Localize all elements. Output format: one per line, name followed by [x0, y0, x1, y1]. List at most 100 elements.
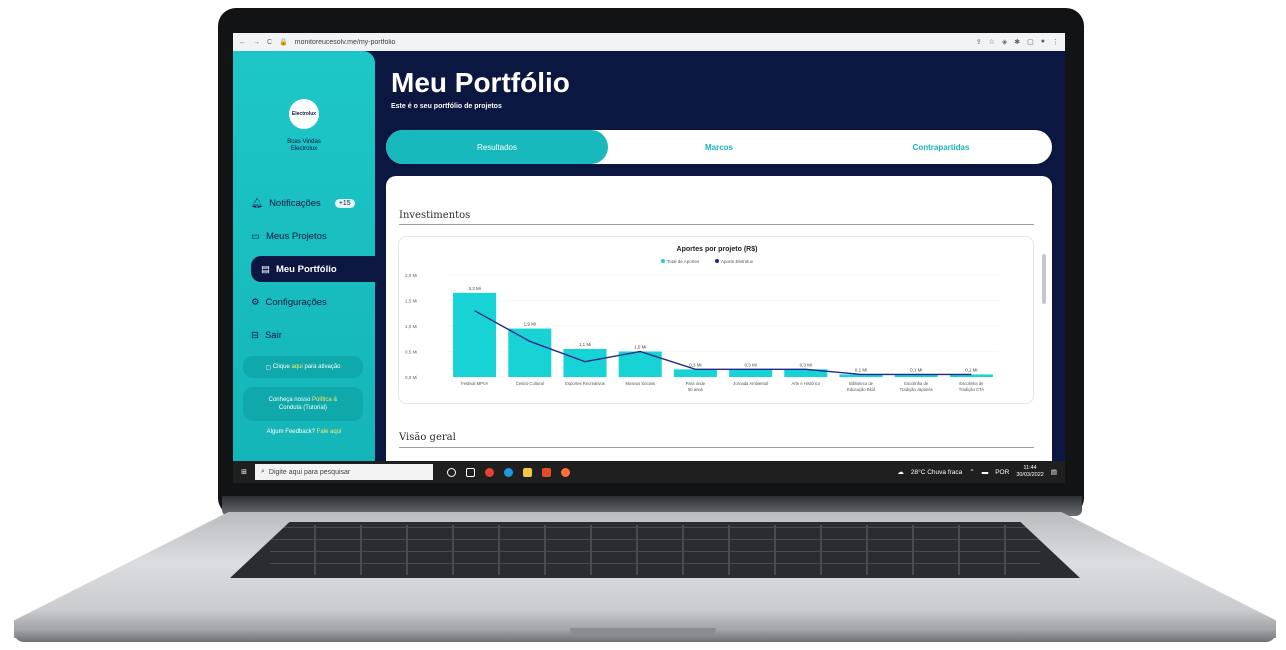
category-label: Escolinha de [904, 381, 929, 386]
legend-swatch-total [661, 259, 665, 263]
sidebar-item-meus-projetos[interactable]: ▭ Meus Projetos [251, 223, 327, 249]
section-title-investimentos: Investimentos [399, 210, 471, 221]
portfolio-icon: ▤ [261, 263, 270, 275]
feedback-link[interactable]: Fale aqui [317, 429, 342, 435]
tutorial-link[interactable]: Conduta (Tutorial) [279, 404, 327, 412]
reload-icon[interactable]: C [267, 39, 272, 46]
chart-title: Aportes por projeto (R$) [677, 246, 758, 253]
electrolux-logo: Electrolux [289, 99, 319, 129]
language-indicator[interactable]: POR [995, 469, 1009, 476]
page-title: Meu Portfólio [391, 67, 570, 98]
search-icon: ⌕ [261, 468, 265, 475]
legend-label-total: Total de Aportes [667, 259, 700, 264]
tab-resultados[interactable]: Resultados [386, 130, 608, 164]
data-label: 0,3 Mi [689, 362, 701, 367]
share-icon[interactable]: ⇪ [976, 38, 982, 46]
category-label: Esportes Recreativos [565, 381, 605, 386]
firefox-icon[interactable] [561, 467, 570, 477]
bar [618, 351, 662, 377]
chrome-icon[interactable] [485, 467, 494, 477]
lock-icon: 🔒 [279, 39, 288, 46]
tab-marcos[interactable]: Marcos [608, 130, 830, 164]
menu-icon[interactable]: ⋮ [1052, 38, 1059, 46]
section-title-visao-geral: Visão geral [399, 432, 456, 443]
edge-icon[interactable] [504, 467, 513, 477]
windows-start-icon[interactable]: ⊞ [233, 468, 255, 476]
bar [453, 292, 497, 377]
tab-contrapartidas[interactable]: Contrapartidas [830, 130, 1052, 164]
data-label: 1,0 Mi [634, 345, 646, 350]
info-icon: ▢ [265, 364, 273, 371]
data-label: 0,3 Mi [800, 362, 812, 367]
extension-icon[interactable]: ◈ [1002, 38, 1007, 46]
category-label: Jornada Ambiental [733, 381, 768, 386]
logo-text: Electrolux [291, 111, 317, 117]
category-label: Centro Cultural [516, 381, 544, 386]
notification-badge: +15 [334, 198, 355, 208]
activation-card[interactable]: ▢ Clique aqui para ativação [243, 356, 363, 378]
taskbar-search[interactable]: ⌕ Digite aqui para pesquisar [255, 464, 433, 480]
puzzle-icon[interactable]: ✱ [1014, 38, 1020, 46]
activation-link[interactable]: aqui [291, 364, 302, 370]
exit-icon: ⊟ [251, 329, 259, 341]
cortana-icon[interactable] [447, 467, 456, 477]
data-label: 3,3 Mi [468, 286, 480, 291]
category-label: Para onde [686, 381, 706, 386]
office-icon[interactable] [542, 467, 551, 477]
category-label: Biblioteca de [849, 381, 874, 386]
star-icon[interactable]: ☆ [989, 38, 995, 46]
data-label: 1,9 Mi [524, 322, 536, 327]
category-label: Museus Sociais [626, 381, 655, 386]
network-icon[interactable]: ▬ [982, 469, 989, 476]
laptop-notch [570, 628, 716, 636]
back-icon[interactable]: ← [239, 39, 246, 46]
clock[interactable]: 11:44 30/03/2022 [1016, 465, 1044, 479]
gear-icon: ⚙ [251, 296, 260, 308]
legend-swatch-electrolux [715, 259, 719, 263]
weather-text[interactable]: 28°C Chuva fraca [911, 469, 962, 476]
bar [673, 369, 717, 377]
category-label: Tradição CTA [959, 387, 985, 392]
section-divider [399, 224, 1034, 225]
address-bar[interactable]: monitoreucesolv.me/my-portfolio [295, 39, 969, 46]
sidebar-item-meu-portfolio[interactable]: ▤ Meu Portfólio [251, 256, 375, 282]
sidebar-item-notificacoes[interactable]: 🔔︎ Notificações +15 [251, 190, 355, 216]
category-label: Arte e Histórico [791, 381, 820, 386]
feedback-text: Algum Feedback? Fale aqui [266, 429, 342, 435]
section-divider [399, 447, 1034, 448]
chevron-up-icon[interactable]: ⌃ [969, 468, 974, 476]
weather-icon: ☁ [897, 469, 904, 476]
page-subtitle: Este é o seu portfólio de projetos [391, 103, 502, 110]
screen: ← → C 🔒 monitoreucesolv.me/my-portfolio … [233, 33, 1065, 483]
window-icon[interactable]: ▢ [1027, 38, 1034, 46]
bar [508, 328, 552, 377]
forward-icon[interactable]: → [253, 39, 260, 46]
category-label: Escolinha de [959, 381, 984, 386]
results-panel: Investimentos Aportes por projeto (R$) To… [386, 176, 1052, 466]
taskbar: ⊞ ⌕ Digite aqui para pesquisar ☁ 28°C Ch… [233, 461, 1065, 483]
policy-card[interactable]: Conheça nosso Política & Conduta (Tutori… [243, 387, 363, 421]
bar [563, 348, 607, 377]
scrollbar[interactable] [1042, 254, 1046, 304]
data-label: 0,3 Mi [744, 362, 756, 367]
bell-icon: 🔔︎ [251, 197, 264, 209]
chart-svg: Aportes por projeto (R$) Total de Aportes… [405, 246, 999, 392]
data-label: 0,1 Mi [910, 367, 922, 372]
tab-bar: Resultados Marcos Contrapartidas [386, 130, 1052, 164]
investment-chart: Aportes por projeto (R$) Total de Aportes… [398, 236, 1034, 404]
notification-center-icon[interactable]: ▤ [1051, 468, 1057, 476]
y-tick-label: 0,5 Mi [405, 350, 417, 355]
profile-icon[interactable]: ● [1041, 38, 1045, 46]
sidebar-item-sair[interactable]: ⊟ Sair [251, 322, 282, 348]
policy-link[interactable]: Política & [312, 397, 337, 403]
sidebar-item-configuracoes[interactable]: ⚙ Configurações [251, 289, 327, 315]
folder-icon: ▭ [251, 230, 260, 242]
bar [729, 369, 773, 377]
task-view-icon[interactable] [466, 467, 475, 477]
legend-label-electrolux: Aporte Eletrolux [721, 259, 754, 264]
data-label: 0,1 Mi [855, 367, 867, 372]
data-label: 1,1 Mi [579, 342, 591, 347]
y-tick-label: 1,5 Mi [405, 299, 417, 304]
file-explorer-icon[interactable] [523, 467, 532, 477]
category-label: Festival MPVA [461, 381, 488, 386]
